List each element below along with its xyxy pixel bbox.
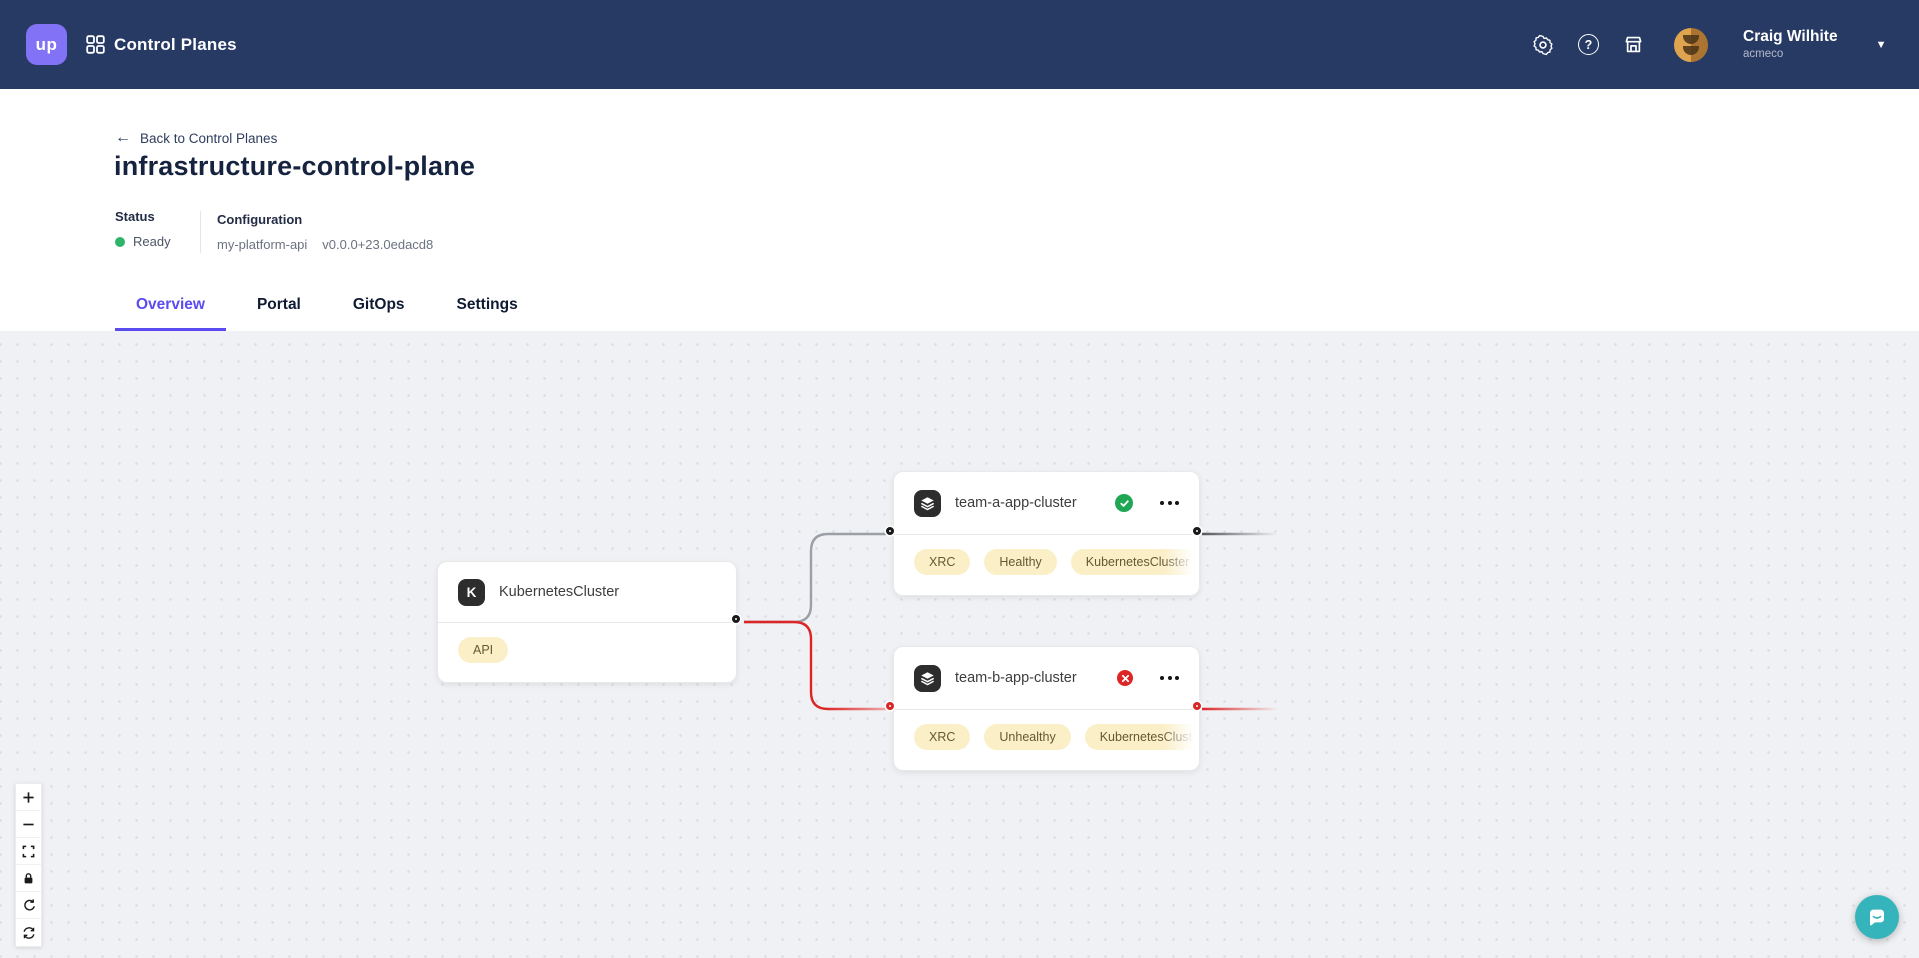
tab-settings[interactable]: Settings <box>436 296 539 331</box>
status-label: Status <box>115 209 171 224</box>
badge-kubernetescluster: KubernetesCluster <box>1085 724 1200 750</box>
node-title: team-a-app-cluster <box>955 495 1077 511</box>
upbound-logo[interactable]: up <box>26 24 67 65</box>
meta-divider <box>200 211 201 253</box>
zoom-in-button[interactable] <box>16 784 41 811</box>
configuration-version: v0.0.0+23.0edacd8 <box>322 237 433 252</box>
status-ready-dot <box>115 237 125 247</box>
healthy-check-icon <box>1115 494 1133 512</box>
page-title: infrastructure-control-plane <box>114 151 475 182</box>
status-value: Ready <box>133 234 171 249</box>
marketplace-icon[interactable] <box>1623 34 1644 55</box>
user-org: acmeco <box>1743 48 1838 61</box>
back-link-label: Back to Control Planes <box>140 131 277 146</box>
user-name: Craig Wilhite <box>1743 28 1838 45</box>
configuration-block: Configuration my-platform-api v0.0.0+23.… <box>217 212 433 252</box>
layers-icon <box>914 665 941 692</box>
back-arrow-icon: ← <box>115 130 131 146</box>
badge-xrc: XRC <box>914 724 970 750</box>
badge-xrc: XRC <box>914 549 970 575</box>
graph-edges <box>0 331 1919 958</box>
handle-team-a-source[interactable] <box>1193 527 1201 535</box>
back-link[interactable]: ← Back to Control Planes <box>115 130 277 146</box>
handle-team-b-target[interactable] <box>886 702 894 710</box>
refresh-button[interactable] <box>16 919 41 946</box>
edge-k8s-to-team-a <box>744 534 893 622</box>
badge-api: API <box>458 637 508 663</box>
zoom-out-button[interactable] <box>16 811 41 838</box>
unhealthy-x-icon <box>1117 670 1133 686</box>
configuration-name: my-platform-api <box>217 237 307 252</box>
avatar[interactable] <box>1674 28 1708 62</box>
layers-icon <box>914 490 941 517</box>
node-team-a-app-cluster[interactable]: team-a-app-cluster XRC Healthy Kubernete… <box>893 471 1200 596</box>
tab-overview[interactable]: Overview <box>115 296 226 331</box>
graph-canvas[interactable]: K KubernetesCluster API team-a-app-clust… <box>0 331 1919 958</box>
node-menu-button[interactable] <box>1160 676 1179 680</box>
handle-k8s-source[interactable] <box>732 615 740 623</box>
rotate-button[interactable] <box>16 892 41 919</box>
lock-button[interactable] <box>16 865 41 892</box>
chevron-down-icon[interactable]: ▼ <box>1876 39 1887 51</box>
node-kubernetescluster[interactable]: K KubernetesCluster API <box>437 561 737 683</box>
tab-portal[interactable]: Portal <box>236 296 322 331</box>
tab-bar: Overview Portal GitOps Settings <box>115 296 539 331</box>
settings-gear-icon[interactable] <box>1532 34 1554 56</box>
grid-icon[interactable] <box>86 35 105 54</box>
badge-kubernetescluster: KubernetesCluster <box>1071 549 1200 575</box>
badge-healthy: Healthy <box>984 549 1056 575</box>
canvas-controls <box>15 783 42 947</box>
help-icon[interactable]: ? <box>1578 34 1599 55</box>
handle-team-b-source[interactable] <box>1193 702 1201 710</box>
status-block: Status Ready <box>115 209 171 249</box>
badge-unhealthy: Unhealthy <box>984 724 1070 750</box>
page-header: ← Back to Control Planes infrastructure-… <box>0 89 1919 331</box>
handle-team-a-target[interactable] <box>886 527 894 535</box>
node-team-b-app-cluster[interactable]: team-b-app-cluster XRC Unhealthy Kuberne… <box>893 646 1200 771</box>
top-navbar: up Control Planes ? Craig Wilhite <box>0 0 1919 89</box>
edge-k8s-to-team-b <box>744 622 893 709</box>
chat-button[interactable] <box>1855 895 1899 939</box>
node-title: KubernetesCluster <box>499 584 619 600</box>
node-title: team-b-app-cluster <box>955 670 1077 686</box>
kubernetes-icon: K <box>458 579 485 606</box>
configuration-label: Configuration <box>217 212 433 227</box>
node-menu-button[interactable] <box>1160 501 1179 505</box>
tab-gitops[interactable]: GitOps <box>332 296 426 331</box>
app-title: Control Planes <box>114 35 237 55</box>
fit-view-button[interactable] <box>16 838 41 865</box>
